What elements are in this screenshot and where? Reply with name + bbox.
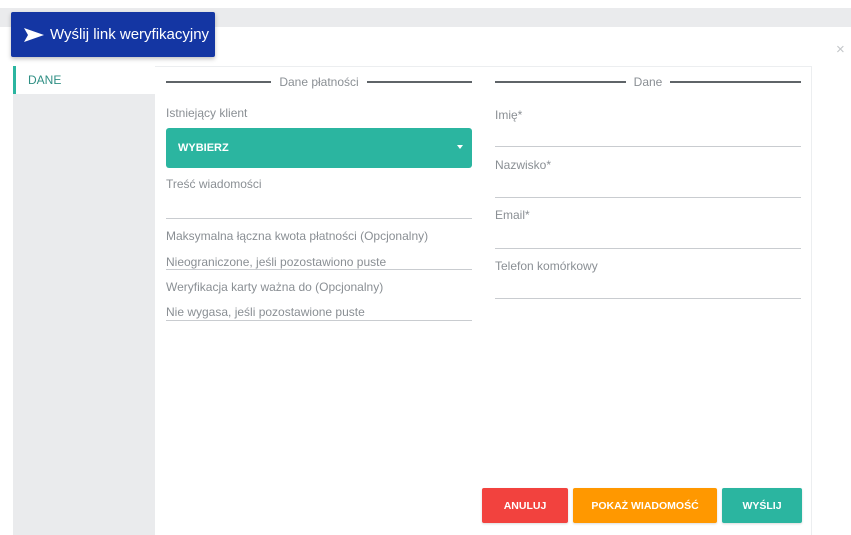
message-input[interactable] <box>166 197 472 217</box>
max-amount-underline <box>166 269 472 270</box>
title-rule-left <box>495 81 626 83</box>
data-section-title-text: Dane <box>633 75 663 89</box>
send-button[interactable]: WYŚLIJ <box>722 488 802 523</box>
phone-label: Telefon komórkowy <box>495 259 598 273</box>
title-rule-right <box>366 81 473 83</box>
close-icon[interactable]: × <box>836 42 845 57</box>
sidebar-item-dane[interactable]: DANE <box>13 66 155 94</box>
send-button-label: WYŚLIJ <box>742 499 782 512</box>
payment-section-title: Dane płatności <box>166 75 473 89</box>
phone-input[interactable] <box>495 298 801 299</box>
select-value: WYBIERZ <box>178 142 229 154</box>
cancel-button[interactable]: ANULUJ <box>482 488 568 523</box>
show-message-button[interactable]: POKAŻ WIADOMOŚĆ <box>573 488 717 523</box>
message-input-underline <box>166 218 472 219</box>
email-input[interactable] <box>495 248 801 249</box>
message-label: Treść wiadomości <box>166 177 262 191</box>
email-label: Email* <box>495 208 530 222</box>
card-valid-label: Weryfikacja karty ważna do (Opcjonalny) <box>166 280 384 294</box>
send-verification-link-label: Wyślij link weryfikacyjny <box>50 26 210 43</box>
title-rule-right <box>670 81 801 83</box>
existing-client-label: Istniejący klient <box>166 106 248 120</box>
sidebar-item-label: DANE <box>28 73 62 87</box>
show-message-button-label: POKAŻ WIADOMOŚĆ <box>591 499 699 512</box>
cancel-button-label: ANULUJ <box>503 499 547 512</box>
send-icon <box>23 27 45 43</box>
send-verification-link-button[interactable]: Wyślij link weryfikacyjny <box>11 12 215 57</box>
data-section-title: Dane <box>495 75 801 89</box>
sidebar: DANE <box>13 66 155 535</box>
card-valid-underline <box>166 320 472 321</box>
first-name-input[interactable] <box>495 146 801 147</box>
last-name-input[interactable] <box>495 197 801 198</box>
title-rule-left <box>166 81 272 83</box>
max-amount-label: Maksymalna łączna kwota płatności (Opcjo… <box>166 229 429 243</box>
chevron-down-icon <box>457 145 463 149</box>
card-valid-input[interactable]: Nie wygasa, jeśli pozostawione puste <box>166 305 472 321</box>
payment-section-title-text: Dane płatności <box>279 75 359 89</box>
last-name-label: Nazwisko* <box>495 158 552 172</box>
existing-client-select[interactable]: WYBIERZ <box>166 128 472 168</box>
first-name-label: Imię* <box>495 108 523 122</box>
